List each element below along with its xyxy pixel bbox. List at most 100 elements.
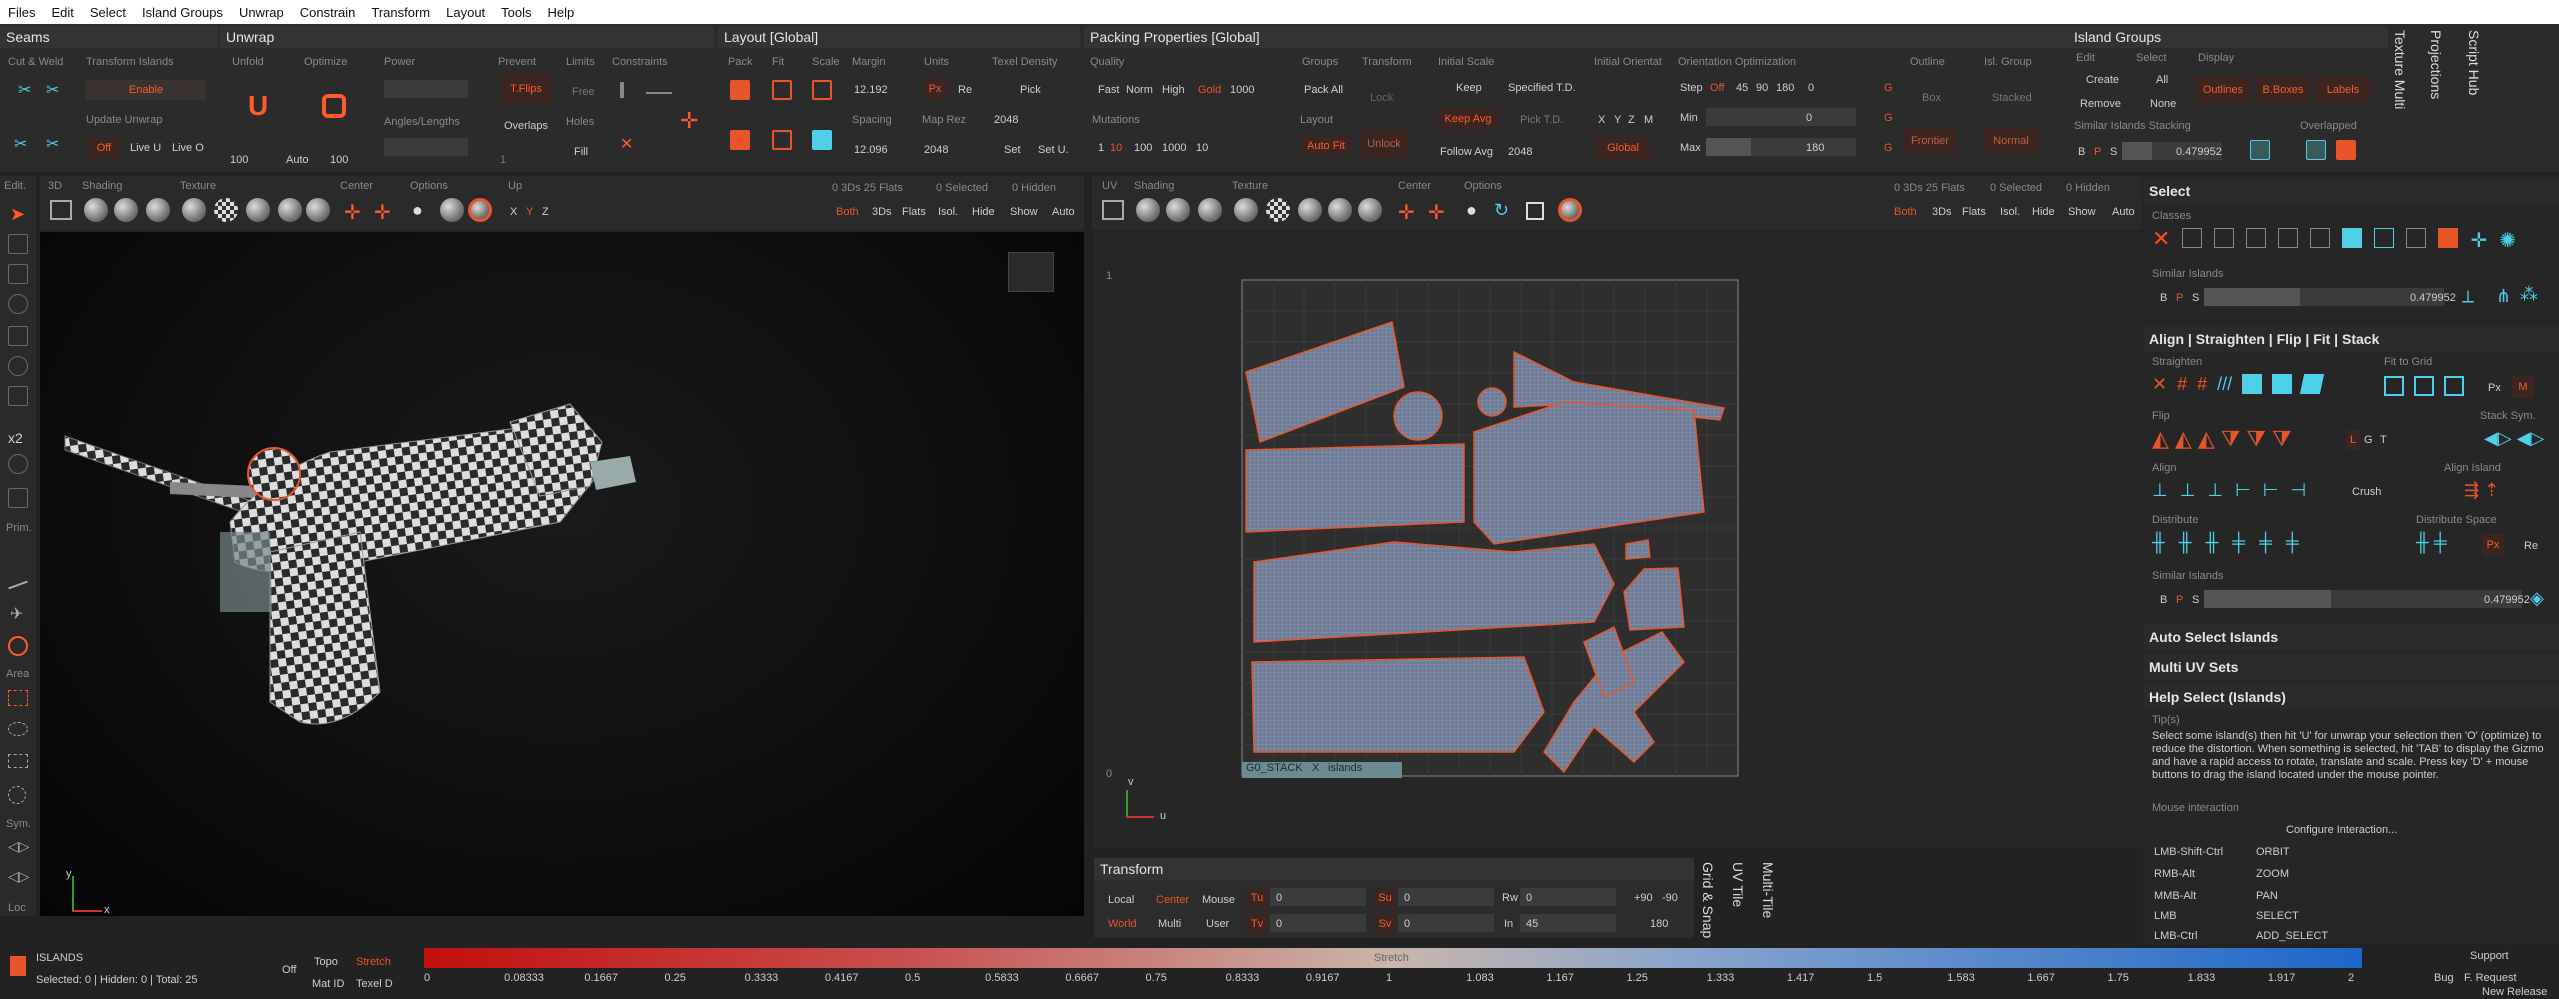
max-g-button[interactable]: G xyxy=(1884,142,1893,154)
quality-gold[interactable]: Gold xyxy=(1198,84,1221,96)
side-tab-script-hub[interactable]: Script Hub xyxy=(2466,30,2482,95)
orient-z[interactable]: Z xyxy=(1628,114,1635,126)
tool-plane-icon[interactable]: ✈ xyxy=(10,604,23,624)
fit-selected-icon[interactable] xyxy=(772,130,792,150)
texture-grid-icon[interactable] xyxy=(246,198,270,222)
transform-user[interactable]: User xyxy=(1206,918,1229,930)
fit-grid-icons[interactable] xyxy=(2384,376,2484,398)
uv-shading-1-icon[interactable] xyxy=(1136,198,1160,222)
status-topo[interactable]: Topo xyxy=(314,956,338,968)
menu-item-constrain[interactable]: Constrain xyxy=(300,5,356,20)
islands-mode-icon[interactable] xyxy=(10,956,26,976)
enable-button[interactable]: Enable xyxy=(86,80,206,100)
orient-m[interactable]: M xyxy=(1644,114,1653,126)
transform-world[interactable]: World xyxy=(1108,918,1137,930)
mutations-100[interactable]: 100 xyxy=(1134,142,1152,154)
align-icons[interactable]: ⊥ ⊥ ⊥ ⊢ ⊢ ⊣ xyxy=(2152,480,2342,504)
tool-polygon-icon[interactable] xyxy=(8,294,28,314)
step-value[interactable]: 0 xyxy=(1808,82,1814,94)
quality-high[interactable]: High xyxy=(1162,84,1185,96)
tab-multi-tile[interactable]: Multi-Tile xyxy=(1760,862,1776,918)
tool-lasso-icon[interactable] xyxy=(8,722,28,736)
tool-shield-icon[interactable] xyxy=(8,488,28,508)
tool-paint-select-icon[interactable] xyxy=(8,754,28,768)
ig-similar-value[interactable]: 0.479952 xyxy=(2176,146,2222,158)
align-island-icons[interactable]: ⇶ ⇡ xyxy=(2464,480,2499,501)
stack-sym-icons[interactable]: ◀▷ ◀▷ xyxy=(2484,428,2544,449)
uv-ring-icon[interactable] xyxy=(1558,198,1582,222)
transform-mouse[interactable]: Mouse xyxy=(1202,894,1235,906)
margin-value[interactable]: 12.192 xyxy=(854,84,888,96)
su-value[interactable]: 0 xyxy=(1404,892,1410,904)
uv-x-tag[interactable]: X xyxy=(1312,762,1319,774)
vp3d-hide-button[interactable]: Hide xyxy=(972,206,995,218)
status-matid[interactable]: Mat ID xyxy=(312,978,344,990)
ig-all-button[interactable]: All xyxy=(2156,74,2168,86)
select-arrow-tool-icon[interactable]: ➤ xyxy=(10,204,25,225)
select-similar-slider[interactable] xyxy=(2204,288,2444,306)
uv-rotate-icon[interactable]: ↻ xyxy=(1494,200,1509,221)
align-b[interactable]: B xyxy=(2160,594,2167,606)
ig-p-button[interactable]: P xyxy=(2094,146,2101,158)
up-x[interactable]: X xyxy=(510,206,517,218)
pin-icon[interactable] xyxy=(620,82,624,98)
ig-stack-icon[interactable] xyxy=(2250,140,2270,160)
auto-fit-button[interactable]: Auto Fit xyxy=(1302,136,1350,156)
max-value[interactable]: 180 xyxy=(1806,142,1824,154)
tool-rect-select-icon[interactable] xyxy=(8,690,28,706)
align-p[interactable]: P xyxy=(2176,594,2183,606)
tu-button[interactable]: Tu xyxy=(1246,888,1268,908)
tool-loop-icon[interactable] xyxy=(8,356,28,376)
texel-map-value[interactable]: 2048 xyxy=(994,114,1018,126)
specified-td-button[interactable]: Specified T.D. xyxy=(1508,82,1576,94)
units-re-button[interactable]: Re xyxy=(958,84,972,96)
fit-icon[interactable] xyxy=(772,80,792,100)
live-o-button[interactable]: Live O xyxy=(172,142,204,154)
pick-td-button[interactable]: Pick T.D. xyxy=(1520,114,1563,126)
uv-hide-button[interactable]: Hide xyxy=(2032,206,2055,218)
tool-island-icon[interactable] xyxy=(8,326,28,346)
status-stretch[interactable]: Stretch xyxy=(356,956,391,968)
uv-center-gizmo-icon[interactable]: ✛ xyxy=(1398,200,1415,225)
stacked-button[interactable]: Stacked xyxy=(1992,92,2032,104)
vp3d-flats-button[interactable]: Flats xyxy=(902,206,926,218)
distribute-icons[interactable]: ╫ ╫ ╫ ╪ ╪ ╪ xyxy=(2152,532,2392,556)
tv-field[interactable] xyxy=(1270,914,1366,932)
transform-multi[interactable]: Multi xyxy=(1158,918,1181,930)
tflips-button[interactable]: T.Flips xyxy=(500,74,552,104)
flip-icons[interactable]: ◭ ◭ ◭ ⧩ ⧩ ⧩ xyxy=(2152,426,2342,452)
straighten-icons[interactable]: ✕ # #/// xyxy=(2152,374,2372,398)
viewport-3d[interactable] xyxy=(40,232,1084,916)
uv-show-button[interactable]: Show xyxy=(2068,206,2096,218)
menu-item-files[interactable]: Files xyxy=(8,5,35,20)
max-field[interactable] xyxy=(1706,138,1856,156)
rw-value[interactable]: 0 xyxy=(1526,892,1532,904)
uv-texture-4-icon[interactable] xyxy=(1328,198,1352,222)
units-px-button[interactable]: Px xyxy=(924,78,946,100)
optimize-mode[interactable]: Auto xyxy=(286,154,309,166)
overlaps-value[interactable]: 1 xyxy=(500,154,506,166)
uv-shading-3-icon[interactable] xyxy=(1198,198,1222,222)
select-similar-value[interactable]: 0.479952 xyxy=(2410,292,2456,304)
menu-item-unwrap[interactable]: Unwrap xyxy=(239,5,284,20)
status-texel[interactable]: Texel D xyxy=(356,978,393,990)
uv-3ds-button[interactable]: 3Ds xyxy=(1932,206,1952,218)
dist-space-px[interactable]: Px xyxy=(2482,534,2504,556)
menu-item-help[interactable]: Help xyxy=(548,5,575,20)
vp3d-isol-button[interactable]: Isol. xyxy=(938,206,958,218)
pack-all-button[interactable]: Pack All xyxy=(1304,84,1343,96)
sv-field[interactable] xyxy=(1398,914,1494,932)
tool-sphere-icon[interactable] xyxy=(8,636,28,656)
set-button[interactable]: Set xyxy=(1004,144,1021,156)
weld-loop-icon[interactable]: ✂ xyxy=(46,134,59,154)
rw-field[interactable] xyxy=(1520,888,1616,906)
select-b[interactable]: B xyxy=(2160,292,2167,304)
light-bulb-icon[interactable]: ● xyxy=(412,200,423,221)
uv-shading-2-icon[interactable] xyxy=(1166,198,1190,222)
uv-texture-checker-icon[interactable] xyxy=(1266,198,1290,222)
orient-y[interactable]: Y xyxy=(1614,114,1621,126)
tab-uv-tile[interactable]: UV Tile xyxy=(1730,862,1746,907)
select-similar-icon-3[interactable]: ⁂ xyxy=(2520,284,2538,305)
uv-texture-5-icon[interactable] xyxy=(1358,198,1382,222)
angles-slider[interactable] xyxy=(384,138,468,156)
